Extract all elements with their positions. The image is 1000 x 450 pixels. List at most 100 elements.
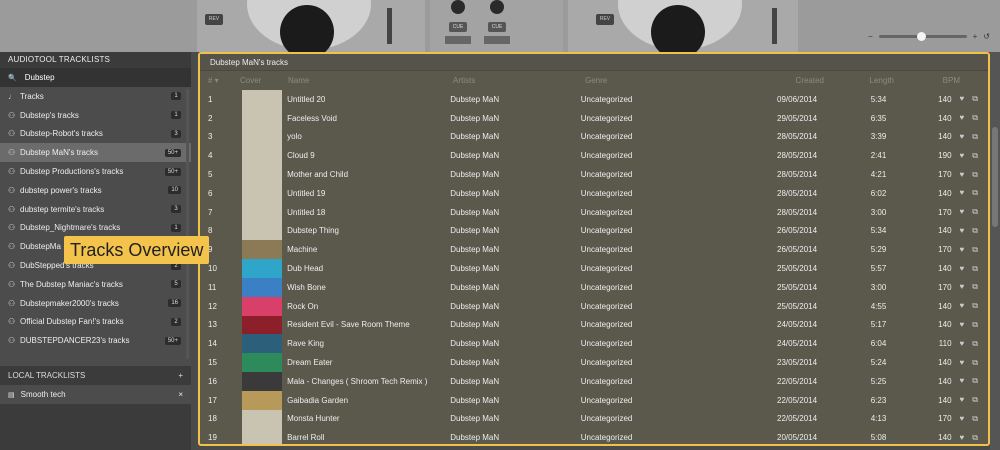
tracklist-search[interactable]: 🔍 Dubstep [0, 68, 191, 87]
col-genre-header[interactable]: Genre [585, 76, 709, 85]
sidebar-item[interactable]: ⚇ dubstep power's tracks 10 [0, 181, 191, 200]
cover-thumbnail[interactable] [241, 202, 282, 222]
sidebar-item[interactable]: ♩ Tracks 1 [0, 87, 191, 106]
open-external-icon[interactable]: ⧉ [972, 264, 978, 273]
cover-thumbnail[interactable] [241, 315, 282, 335]
cover-thumbnail[interactable] [241, 165, 282, 184]
track-artist[interactable]: Dubstep MaN [450, 151, 581, 160]
track-artist[interactable]: Dubstep MaN [450, 414, 581, 423]
heart-icon[interactable]: ♥ [960, 132, 965, 141]
open-external-icon[interactable]: ⧉ [972, 358, 978, 367]
track-artist[interactable]: Dubstep MaN [450, 245, 581, 254]
track-artist[interactable]: Dubstep MaN [450, 396, 581, 405]
heart-icon[interactable]: ♥ [960, 376, 965, 385]
table-row[interactable]: 3 yolo Dubstep MaN Uncategorized 28/05/2014 3… [200, 127, 988, 147]
track-name[interactable]: Mother and Child [287, 170, 450, 179]
track-name[interactable]: Untitled 19 [287, 189, 450, 198]
cover-thumbnail[interactable] [241, 296, 282, 316]
heart-icon[interactable]: ♥ [960, 207, 965, 216]
col-number-header[interactable]: # ▾ [200, 76, 240, 85]
sidebar-item[interactable]: ⚇ The Dubstep Maniac's tracks 5 [0, 275, 191, 294]
open-external-icon[interactable]: ⧉ [972, 320, 978, 329]
track-name[interactable]: Dubstep Thing [287, 226, 450, 235]
heart-icon[interactable]: ♥ [960, 433, 965, 442]
track-artist[interactable]: Dubstep MaN [450, 358, 581, 367]
table-row[interactable]: 5 Mother and Child Dubstep MaN Uncategorize… [200, 165, 988, 184]
left-cue-button[interactable]: CUE [449, 22, 467, 32]
track-artist[interactable]: Dubstep MaN [450, 339, 581, 348]
heart-icon[interactable]: ♥ [960, 113, 965, 122]
left-turntable[interactable] [247, 0, 371, 52]
volume-plus-button[interactable]: + [973, 32, 978, 41]
cover-thumbnail[interactable] [241, 108, 282, 128]
local-tracklist-item[interactable]: ▤ Smooth tech × [0, 385, 191, 404]
heart-icon[interactable]: ♥ [960, 245, 965, 254]
heart-icon[interactable]: ♥ [960, 339, 965, 348]
open-external-icon[interactable]: ⧉ [972, 245, 978, 254]
sidebar-item[interactable]: ⚇ Dubstepmaker2000's tracks 16 [0, 294, 191, 313]
volume-reset-icon[interactable]: ↺ [983, 32, 990, 41]
sidebar-scrollbar[interactable] [186, 89, 189, 359]
cover-thumbnail[interactable] [241, 240, 282, 260]
table-row[interactable]: 14 Rave King Dubstep MaN Uncategorized 24/05… [200, 334, 988, 354]
heart-icon[interactable]: ♥ [960, 320, 965, 329]
cover-thumbnail[interactable] [241, 146, 282, 166]
track-artist[interactable]: Dubstep MaN [450, 189, 581, 198]
left-channel-slot[interactable] [445, 36, 471, 44]
track-artist[interactable]: Dubstep MaN [450, 114, 581, 123]
track-name[interactable]: Dream Eater [287, 358, 450, 367]
sidebar-item[interactable]: ⚇ Official Dubstep Fan!'s tracks 2 [0, 313, 191, 332]
heart-icon[interactable]: ♥ [960, 188, 965, 197]
cover-thumbnail[interactable] [241, 90, 282, 109]
open-external-icon[interactable]: ⧉ [972, 395, 978, 404]
track-name[interactable]: Rock On [287, 302, 450, 311]
page-scrollbar-thumb[interactable] [992, 127, 998, 227]
sidebar-item[interactable]: ⚇ Dubstep_Nightmare's tracks 1 [0, 219, 191, 238]
heart-icon[interactable]: ♥ [960, 226, 965, 235]
cover-thumbnail[interactable] [241, 334, 282, 354]
table-row[interactable]: 6 Untitled 19 Dubstep MaN Uncategorized 28/0… [200, 183, 988, 203]
open-external-icon[interactable]: ⧉ [972, 94, 978, 103]
table-row[interactable]: 19 Barrel Roll Dubstep MaN Uncategorized 20/… [200, 428, 988, 444]
table-row[interactable]: 13 Resident Evil - Save Room Theme Dubstep… [200, 315, 988, 335]
table-row[interactable]: 2 Faceless Void Dubstep MaN Uncategorized 29… [200, 108, 988, 128]
track-name[interactable]: Wish Bone [287, 283, 450, 292]
col-created-header[interactable]: Created [709, 76, 824, 85]
volume-minus-button[interactable]: − [868, 32, 873, 41]
open-external-icon[interactable]: ⧉ [972, 282, 978, 291]
cover-thumbnail[interactable] [241, 183, 282, 203]
open-external-icon[interactable]: ⧉ [972, 339, 978, 348]
track-name[interactable]: Faceless Void [287, 114, 450, 123]
track-name[interactable]: Barrel Roll [287, 433, 450, 442]
cover-thumbnail[interactable] [241, 371, 282, 391]
track-name[interactable]: Dub Head [287, 264, 450, 273]
table-row[interactable]: 9 Machine Dubstep MaN Uncategorized 26/05/20… [200, 240, 988, 260]
table-row[interactable]: 15 Dream Eater Dubstep MaN Uncategorized 23/… [200, 353, 988, 372]
heart-icon[interactable]: ♥ [960, 94, 965, 103]
track-artist[interactable]: Dubstep MaN [450, 433, 581, 442]
sidebar-item[interactable]: ⚇ Dubstep Productions's tracks 50+ [0, 162, 191, 181]
cover-thumbnail[interactable] [241, 259, 282, 278]
table-row[interactable]: 11 Wish Bone Dubstep MaN Uncategorized 25/05… [200, 277, 988, 297]
table-row[interactable]: 16 Mala - Changes ( Shroom Tech Remix ) Du… [200, 371, 988, 391]
track-artist[interactable]: Dubstep MaN [450, 283, 581, 292]
table-row[interactable]: 7 Untitled 18 Dubstep MaN Uncategorized 28/0… [200, 202, 988, 222]
table-row[interactable]: 18 Monsta Hunter Dubstep MaN Uncategorized 2… [200, 409, 988, 429]
col-artists-header[interactable]: Artists [453, 76, 585, 85]
track-artist[interactable]: Dubstep MaN [450, 302, 581, 311]
left-gain-knob[interactable] [451, 0, 465, 14]
open-external-icon[interactable]: ⧉ [972, 188, 978, 197]
cover-thumbnail[interactable] [241, 390, 282, 410]
heart-icon[interactable]: ♥ [960, 264, 965, 273]
track-name[interactable]: Cloud 9 [287, 151, 450, 160]
track-name[interactable]: Gaibadia Garden [287, 396, 450, 405]
col-name-header[interactable]: Name [288, 76, 453, 85]
open-external-icon[interactable]: ⧉ [972, 132, 978, 141]
table-row[interactable]: 12 Rock On Dubstep MaN Uncategorized 25/05/2… [200, 296, 988, 316]
open-external-icon[interactable]: ⧉ [972, 113, 978, 122]
track-artist[interactable]: Dubstep MaN [450, 320, 581, 329]
track-artist[interactable]: Dubstep MaN [450, 264, 581, 273]
open-external-icon[interactable]: ⧉ [972, 170, 978, 179]
sidebar-item[interactable]: ⚇ Dubstep-Robot's tracks 3 [0, 125, 191, 144]
col-cover-header[interactable]: Cover [240, 76, 288, 85]
